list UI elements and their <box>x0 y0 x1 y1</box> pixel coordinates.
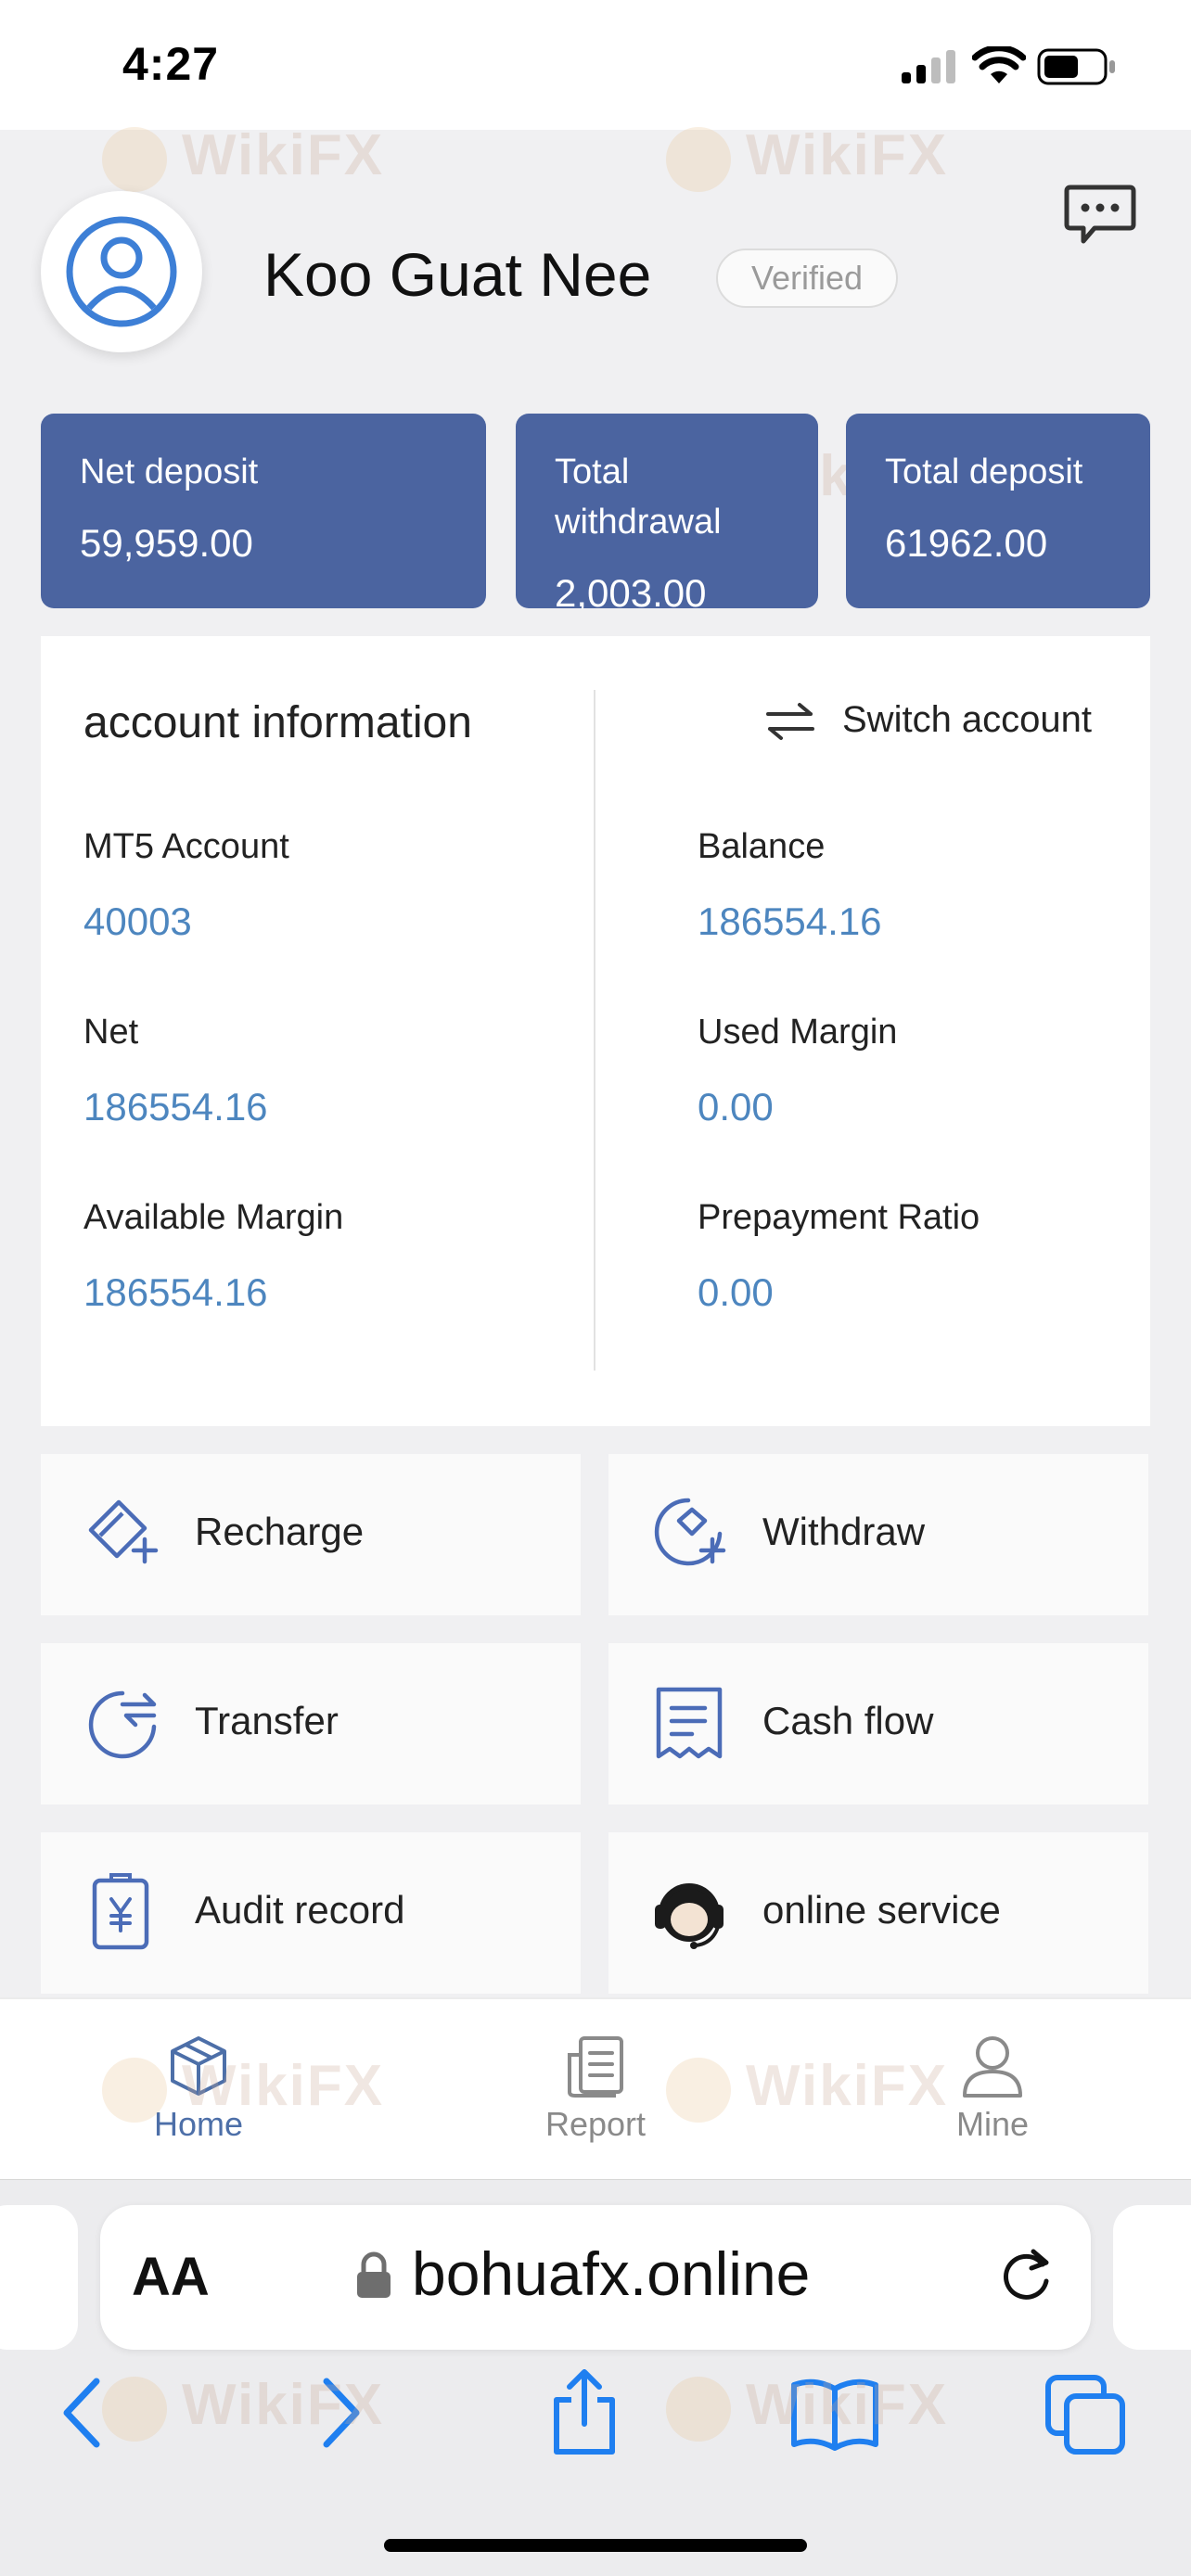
info-label-net: Net <box>83 1013 139 1052</box>
info-value-prepayment-ratio: 0.00 <box>698 1270 774 1314</box>
tile-label: Audit record <box>195 1888 405 1932</box>
cash-flow-icon <box>656 1687 723 1759</box>
home-indicator[interactable] <box>384 2539 807 2552</box>
tile-label: Transfer <box>195 1699 339 1742</box>
user-name: Koo Guat Nee <box>263 240 652 309</box>
divider <box>594 690 596 1371</box>
info-label-used-margin: Used Margin <box>698 1013 898 1052</box>
nav-item-report[interactable]: Report <box>503 2033 688 2144</box>
tile-label: Withdraw <box>762 1510 926 1553</box>
wifi-icon <box>972 46 1026 83</box>
info-label-balance: Balance <box>698 827 826 866</box>
stat-card-total-deposit: Total deposit 61962.00 <box>846 414 1150 608</box>
info-label-available-margin: Available Margin <box>83 1198 344 1237</box>
stat-value: 59,959.00 <box>80 521 253 565</box>
tile-label: Recharge <box>195 1510 365 1553</box>
switch-account-button[interactable]: Switch account <box>842 699 1092 741</box>
previous-tab-pill[interactable] <box>0 2205 78 2350</box>
person-icon <box>963 2036 1022 2098</box>
user-avatar-icon <box>66 216 177 327</box>
lock-icon <box>357 2251 391 2298</box>
stat-label: Total deposit <box>885 453 1083 491</box>
reload-icon[interactable] <box>996 2244 1056 2303</box>
next-tab-pill[interactable] <box>1113 2205 1191 2350</box>
stat-value: 61962.00 <box>885 521 1048 565</box>
report-icon <box>568 2036 623 2098</box>
transfer-button[interactable]: Transfer <box>41 1643 581 1804</box>
nav-label: Report <box>544 2105 647 2143</box>
audit-record-icon <box>92 1873 149 1950</box>
transfer-icon <box>88 1690 157 1759</box>
cellular-signal-icon <box>902 50 957 83</box>
text-size-button[interactable]: AA <box>132 2246 210 2308</box>
watermark: WikiFX <box>102 2053 384 2123</box>
info-value-available-margin: 186554.16 <box>83 1270 268 1314</box>
recharge-button[interactable]: Recharge <box>41 1454 581 1615</box>
watermark: WikiFX <box>102 122 384 192</box>
account-info-title: account information <box>83 698 472 747</box>
stat-card-net-deposit: Net deposit 59,959.00 <box>41 414 486 608</box>
stat-card-total-withdrawal: Total withdrawal 2,003.00 <box>516 414 818 608</box>
withdraw-icon <box>654 1498 726 1566</box>
info-value-net: 186554.16 <box>83 1085 268 1129</box>
watermark: WikiFX <box>666 2053 948 2123</box>
recharge-icon <box>88 1499 159 1564</box>
stat-label: Net deposit <box>80 453 259 491</box>
battery-icon <box>1037 48 1115 85</box>
watermark: WikiFX <box>102 2372 384 2442</box>
info-label-mt5-account: MT5 Account <box>83 827 289 866</box>
info-value-used-margin: 0.00 <box>698 1085 774 1129</box>
status-time: 4:27 <box>122 38 220 90</box>
info-value-mt5-account: 40003 <box>83 899 192 943</box>
withdraw-button[interactable]: Withdraw <box>608 1454 1148 1615</box>
tile-label: online service <box>762 1888 1001 1932</box>
url-text[interactable]: bohuafx.online <box>412 2238 810 2309</box>
tabs-icon[interactable] <box>1043 2372 1128 2457</box>
info-value-balance: 186554.16 <box>698 899 882 943</box>
info-label-prepayment-ratio: Prepayment Ratio <box>698 1198 980 1237</box>
watermark: WikiFX <box>666 122 948 192</box>
verified-badge: Verified <box>716 249 898 308</box>
swap-arrows-icon[interactable] <box>764 701 816 742</box>
share-icon[interactable] <box>547 2366 621 2459</box>
watermark: WikiFX <box>666 2372 948 2442</box>
headset-icon <box>655 1883 724 1949</box>
status-bar: 4:27 <box>0 0 1191 130</box>
stat-value: 2,003.00 <box>555 571 707 608</box>
online-service-button[interactable]: online service <box>608 1832 1148 1994</box>
audit-record-button[interactable]: Audit record <box>41 1832 581 1994</box>
tile-label: Cash flow <box>762 1699 934 1742</box>
message-icon[interactable] <box>1063 182 1137 247</box>
stat-label: Total withdrawal <box>555 453 722 542</box>
cash-flow-button[interactable]: Cash flow <box>608 1643 1148 1804</box>
avatar[interactable] <box>41 191 202 352</box>
